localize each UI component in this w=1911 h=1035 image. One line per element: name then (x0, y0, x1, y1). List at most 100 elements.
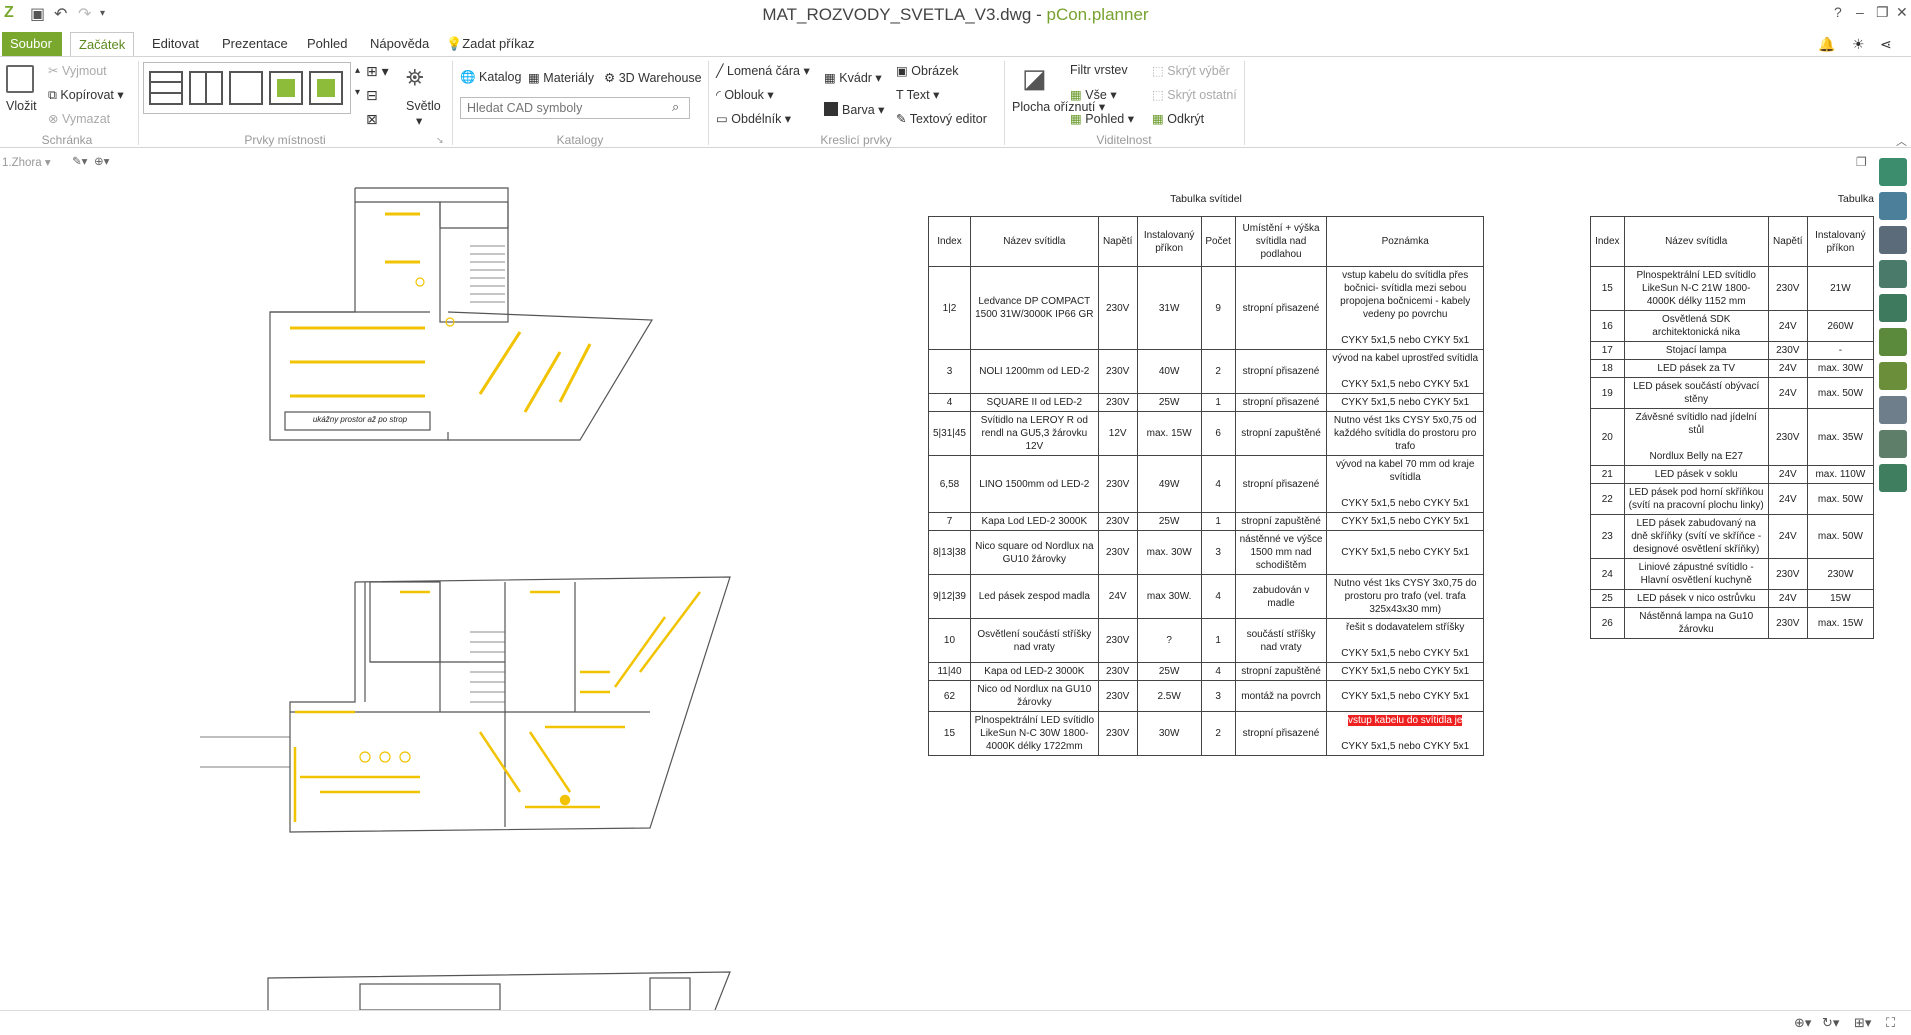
globe-icon: 🌐 (460, 70, 480, 84)
copy-button[interactable]: ⧉ Kopírovat ▾ (48, 87, 124, 103)
drawing-canvas[interactable]: ukážny prostor až po strop Tabulka svíti… (0, 172, 1874, 1010)
table-header: Instalovaný příkon (1136, 216, 1202, 267)
catalog-button[interactable]: 🌐 Katalog (460, 70, 521, 85)
layout-icon[interactable]: ⊞▾ (1854, 1015, 1871, 1031)
theme-icon[interactable]: ☀ (1852, 36, 1865, 53)
minimize-icon[interactable]: – (1856, 4, 1864, 20)
color-button[interactable]: Barva ▾ (824, 102, 884, 117)
structure-icon[interactable] (1879, 192, 1907, 220)
table-cell: LED pásek zabudovaný na dně skříňky (sví… (1623, 514, 1769, 559)
table-row: 15 Plnospektrální LED svítidlo LikeSun N-… (928, 711, 1484, 756)
box-button[interactable]: ▦ Kvádr ▾ (824, 70, 882, 85)
view-filter-button[interactable]: ▦ Pohled ▾ (1070, 111, 1134, 126)
tab-start[interactable]: Začátek (70, 32, 135, 57)
room-tool-2-icon[interactable]: ⊟ (366, 87, 378, 104)
group-launcher-icon[interactable]: ↘ (436, 135, 444, 146)
table-cell: 25 (1590, 589, 1625, 608)
group-visibility-label: Viditelnost (1096, 133, 1152, 147)
tab-view[interactable]: Pohled (299, 32, 355, 56)
table-cell: 230V (1097, 680, 1138, 712)
gallery-scroll-up-icon[interactable]: ▴ (355, 65, 360, 76)
close-icon[interactable]: ✕ (1896, 4, 1908, 21)
pen-settings-icon[interactable] (1879, 430, 1907, 458)
table-cell: stropní zapuštěné (1234, 411, 1328, 456)
command-input-button[interactable]: 💡Zadat příkaz (438, 32, 542, 56)
table-cell: 3 (928, 349, 971, 394)
maximize-icon[interactable]: ❐ (1876, 4, 1889, 21)
table-cell: 230V (1097, 662, 1138, 681)
table-cell: 30W (1136, 711, 1202, 756)
tab-presentation[interactable]: Prezentace (214, 32, 296, 56)
all-button[interactable]: ▦ Vše ▾ (1070, 87, 1117, 102)
table-cell: 5|31|45 (928, 411, 971, 456)
cut-button[interactable]: ✂ Vyjmout (48, 63, 107, 78)
floor-plan-2 (200, 576, 731, 833)
room-tool-1-icon[interactable]: ⊞ ▾ (366, 63, 389, 80)
rotate-icon[interactable]: ↻▾ (1822, 1015, 1839, 1031)
tab-file[interactable]: Soubor (2, 32, 62, 56)
image-button[interactable]: ▣ Obrázek (896, 63, 959, 78)
chart-icon[interactable] (1879, 362, 1907, 390)
warehouse-button[interactable]: ⚙ 3D Warehouse (604, 70, 702, 85)
share-icon[interactable]: ⋖ (1880, 36, 1892, 53)
table-cell: 230V (1767, 558, 1808, 590)
light-button[interactable]: Světlo ▾ (406, 99, 441, 128)
table-cell: max. 15W (1806, 607, 1874, 639)
table-cell: 9|12|39 (928, 574, 971, 619)
viewport-restore-icon[interactable]: ❐ (1856, 155, 1867, 169)
table1-caption: Tabulka svítidel (1170, 193, 1242, 205)
view-selector[interactable]: 1.Zhora ▾ (2, 155, 51, 169)
3d-objects-icon[interactable] (1879, 158, 1907, 186)
paste-button[interactable]: Vložit (6, 99, 37, 113)
table-row: 20 Závěsné svítidlo nad jídelní stůl Nord… (1590, 408, 1874, 466)
table-cell: zabudován v madle (1234, 574, 1328, 619)
arc-button[interactable]: ◜ Oblouk ▾ (716, 87, 774, 102)
group-clipboard-label: Schránka (41, 133, 93, 147)
room-tool-3-icon[interactable]: ⊠ (366, 111, 378, 128)
layer-filter-button[interactable]: Filtr vrstev (1070, 63, 1128, 77)
status-bar: ⊕▾ ↻▾ ⊞▾ ⛶ (0, 1010, 1911, 1035)
hide-others-button[interactable]: ⬚ Skrýt ostatní (1152, 87, 1237, 102)
fullscreen-icon[interactable]: ⛶ (1886, 1015, 1895, 1031)
table-cell: 230V (1097, 349, 1138, 394)
hide-others-icon: ⬚ (1152, 88, 1168, 102)
snap-icon[interactable]: ⊕▾ (1794, 1015, 1811, 1031)
properties-icon[interactable] (1879, 328, 1907, 356)
search-icon[interactable]: ⌕ (672, 99, 679, 115)
notification-icon[interactable]: 🔔 (1818, 36, 1835, 53)
table-header: Napětí (1767, 216, 1808, 267)
delete-button[interactable]: ⊗ Vymazat (48, 111, 110, 126)
box-library-icon[interactable] (1879, 260, 1907, 288)
collapse-ribbon-icon[interactable]: ︿ (1896, 133, 1907, 149)
reveal-button[interactable]: ▦ Odkrýt (1152, 111, 1204, 126)
landscape-icon[interactable] (1879, 464, 1907, 492)
hide-selection-button[interactable]: ⬚ Skrýt výběr (1152, 63, 1230, 78)
light-settings-icon[interactable] (1879, 396, 1907, 424)
pen-tool-icon[interactable]: ✎▾ (72, 154, 87, 168)
text-editor-button[interactable]: ✎ Textový editor (896, 111, 987, 126)
table-cell: Nico square od Nordlux na GU10 žárovky (969, 530, 1099, 575)
snap-tool-icon[interactable]: ⊕▾ (94, 154, 109, 168)
image-icon: ▣ (896, 64, 912, 78)
table-cell: Ledvance DP COMPACT 1500 31W/3000K IP66 … (969, 266, 1099, 350)
light-icon: ⛯ (406, 65, 424, 90)
help-icon[interactable]: ? (1834, 4, 1842, 20)
polyline-button[interactable]: ╱ Lomená čára ▾ (716, 63, 810, 78)
room-elements-gallery[interactable] (143, 62, 351, 114)
materials-button[interactable]: ▦ Materiály (528, 70, 594, 85)
table-cell: 230V (1097, 512, 1138, 531)
table-row: 6,58 LINO 1500mm od LED-2 230V 49W 4 stropní … (928, 455, 1484, 513)
table-cell: 22 (1590, 483, 1625, 515)
text-button[interactable]: T Text ▾ (896, 87, 939, 102)
gallery-scroll-down-icon[interactable]: ▾ (355, 87, 360, 98)
table-cell: stropní přisazené (1234, 711, 1328, 756)
tab-edit[interactable]: Editovat (144, 32, 207, 56)
floor-plan-3 (267, 971, 731, 1010)
rectangle-button[interactable]: ▭ Obdélník ▾ (716, 111, 791, 126)
tab-help[interactable]: Nápověda (362, 32, 437, 56)
table-cell: 24V (1097, 574, 1138, 619)
globe-catalog-icon[interactable] (1879, 226, 1907, 254)
cad-symbol-search-input[interactable] (460, 97, 690, 119)
layers-icon[interactable] (1879, 294, 1907, 322)
table-cell: 12V (1097, 411, 1138, 456)
